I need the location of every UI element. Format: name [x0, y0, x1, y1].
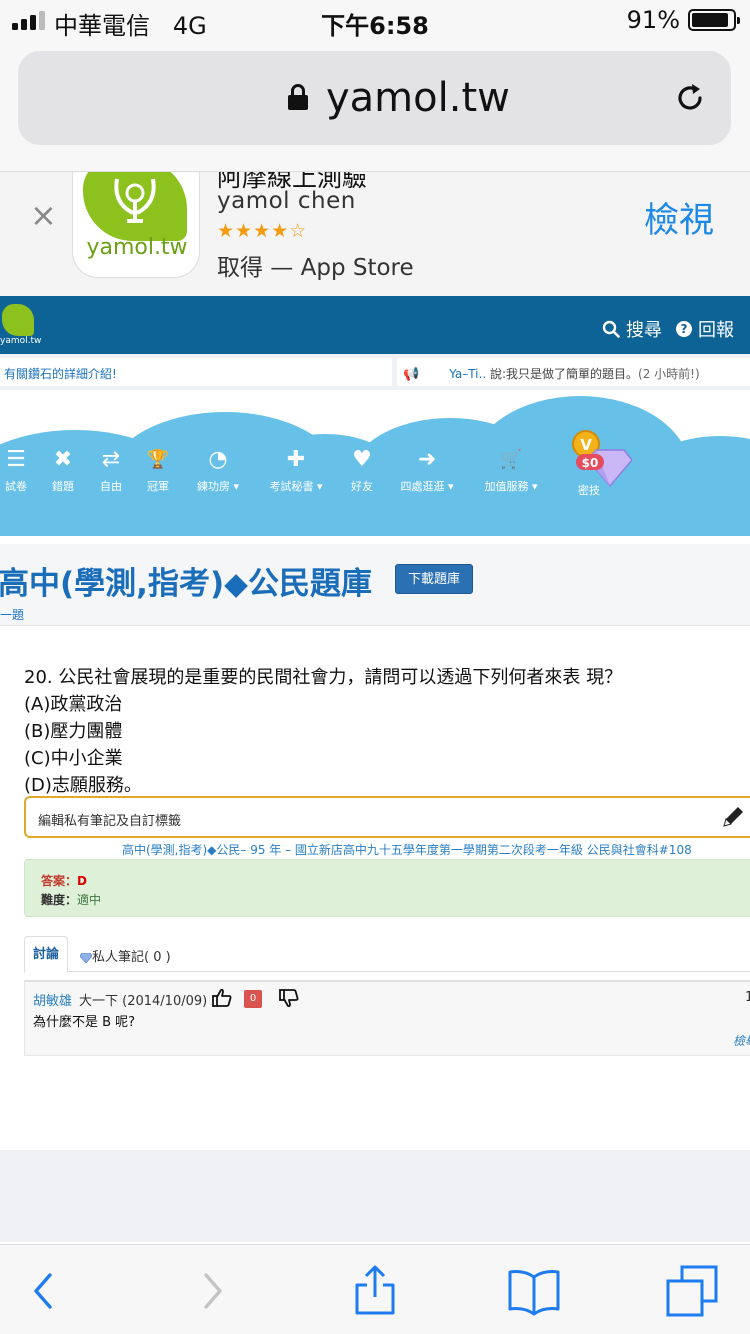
nav-secretary[interactable]: ✚ 考試秘書 ▾: [266, 448, 326, 494]
site-logo[interactable]: yamol.tw: [0, 304, 42, 348]
laurel-icon: [114, 178, 156, 223]
option-b: (B)壓力團體: [24, 721, 123, 742]
diamond-icon: [80, 952, 92, 963]
announcement-ticker: 有關鑽石的詳細介紹! 📢 Ya–Ti.. 說:我只是做了簡單的題目。(2 小時前!…: [0, 354, 750, 390]
browser-toolbar: [0, 1244, 750, 1334]
comment-body: 為什麼不是 B 呢?: [33, 1015, 136, 1030]
medkit-icon: ✚: [286, 447, 306, 472]
question-text: 20. 公民社會展現的是重要的民間社會力，請問可以透過下列何者來表 現？: [24, 667, 623, 688]
nav-secret-label: 密技: [578, 484, 600, 497]
vote-count-badge: 0: [244, 990, 262, 1008]
app-developer: yamol chen: [217, 188, 356, 214]
private-notes-label: 編輯私有筆記及自訂標籤: [38, 814, 182, 829]
discussion-tabs: 討論 私人筆記( 0 ): [24, 936, 750, 973]
search-label: 搜尋: [626, 320, 662, 341]
megaphone-icon: 📢: [403, 367, 420, 382]
sign-out-icon: ➜: [417, 447, 437, 472]
lock-icon: [288, 84, 308, 110]
option-a: (A)政黨政治: [24, 694, 123, 715]
app-store-text: 取得 — App Store: [217, 255, 414, 281]
browser-address-area: yamol.tw: [0, 40, 750, 172]
share-icon[interactable]: [347, 1263, 403, 1319]
option-c: (C)中小企業: [24, 748, 123, 769]
tab-private-notes[interactable]: 私人筆記( 0 ): [80, 946, 171, 965]
question-block: 20. 公民社會展現的是重要的民間社會力，請問可以透過下列何者來表 現？ (A)…: [24, 664, 744, 799]
difficulty-key: 難度：: [41, 893, 78, 907]
forward-icon[interactable]: [184, 1263, 240, 1319]
answer-panel: 答案：D 難度：適中: [24, 859, 750, 917]
answer-key: 答案：: [41, 874, 78, 888]
site-header: yamol.tw 搜尋 ? 回報: [0, 296, 750, 354]
ticker-time: (2 小時前!): [638, 367, 700, 381]
nav-label: 冠軍: [147, 480, 169, 493]
difficulty-row: 難度：適中: [41, 891, 101, 908]
url-text[interactable]: yamol.tw: [326, 75, 510, 121]
page-title: 高中(學測,指考)◆公民題庫: [0, 566, 372, 602]
nav-training[interactable]: ◔ 練功房 ▾: [188, 448, 248, 494]
ticker-user[interactable]: Ya–Ti..: [449, 367, 486, 381]
back-icon[interactable]: [16, 1263, 72, 1319]
question-bank-header: 高中(學測,指考)◆公民題庫 下載題庫 一題: [0, 544, 750, 626]
app-icon-text: yamol.tw: [86, 235, 188, 260]
search-link[interactable]: 搜尋: [602, 316, 662, 342]
smart-app-banner: × yamol.tw 阿摩線上測驗 yamol chen ★★★★☆ 取得 — …: [0, 172, 750, 296]
comment-author[interactable]: 胡敏雄: [33, 990, 72, 1009]
ticker-message: 說:我只是做了簡單的題目。: [486, 367, 639, 381]
nav-services[interactable]: 🛒 加值服務 ▾: [481, 448, 541, 494]
pencil-icon[interactable]: [720, 804, 746, 830]
app-icon: yamol.tw: [72, 172, 200, 278]
battery-icon: [688, 9, 740, 31]
heart-icon: ♥: [352, 447, 372, 472]
download-bank-button[interactable]: 下載題庫: [395, 564, 473, 594]
report-link[interactable]: ? 回報: [676, 316, 734, 342]
status-bar: 中華電信 4G 下午6:58 91%: [0, 0, 750, 40]
report-label: 回報: [698, 320, 734, 341]
option-d: (D)志願服務。: [24, 775, 142, 796]
view-app-button[interactable]: 檢視: [644, 192, 714, 243]
private-notes-editor[interactable]: 編輯私有筆記及自訂標籤: [24, 796, 750, 838]
app-rating: ★★★★☆: [217, 220, 308, 242]
thumbs-down-icon[interactable]: [279, 988, 299, 1008]
dashboard-icon: ◔: [208, 447, 228, 472]
nav-label: 考試秘書 ▾: [269, 480, 323, 493]
diamond-info-link[interactable]: 有關鑽石的詳細介紹!: [0, 358, 392, 386]
comment-floor: 1: [745, 990, 750, 1005]
battery-percent: 91%: [626, 6, 680, 34]
tab-private-notes-label: 私人筆記( 0 ): [92, 950, 171, 965]
answer-value: D: [77, 874, 87, 888]
nav-explore[interactable]: ➜ 四處逛逛 ▾: [397, 448, 457, 494]
bookmarks-icon[interactable]: [506, 1263, 562, 1319]
question-source-link[interactable]: 高中(學測,指考)◆公民– 95 年 – 國立新店高中九十五學年度第一學期第二次…: [122, 841, 692, 858]
main-nav: ☰ 試卷 ✖ 錯題 ⇄ 自由 🏆 冠軍 ◔ 練功房 ▾ ✚ 考試秘書 ▾ ♥ 好…: [0, 390, 750, 536]
difficulty-value: 適中: [77, 893, 102, 907]
comment-report-link[interactable]: 檢舉: [733, 1032, 750, 1049]
address-bar[interactable]: yamol.tw: [18, 51, 731, 145]
question-circle-icon: ?: [676, 321, 692, 337]
prev-question-link[interactable]: 一題: [0, 606, 24, 623]
nav-friends[interactable]: ♥ 好友: [332, 448, 392, 494]
trophy-icon: 🏆: [146, 449, 170, 470]
coin-letter: V: [580, 436, 592, 454]
search-icon: [602, 320, 620, 338]
comment-item: 胡敏雄 大一下 (2014/10/09) 0 1 為什麼不是 B 呢? 檢舉: [24, 980, 750, 1056]
tabs-icon[interactable]: [664, 1263, 720, 1319]
page-footer: [0, 1150, 750, 1242]
nav-label: 練功房 ▾: [196, 480, 240, 493]
tab-discussion[interactable]: 討論: [24, 936, 68, 973]
nav-secret-tips[interactable]: V $0 密技: [566, 430, 633, 497]
nav-label: 好友: [351, 480, 373, 493]
chat-ticker: 📢 Ya–Ti.. 說:我只是做了簡單的題目。(2 小時前!): [397, 358, 750, 386]
banner-close-button[interactable]: ×: [30, 196, 57, 234]
comment-meta: 大一下 (2014/10/09): [79, 994, 208, 1009]
cart-icon: 🛒: [499, 449, 523, 470]
answer-row: 答案：D: [41, 872, 87, 889]
thumbs-up-icon[interactable]: [212, 988, 232, 1008]
nav-champion[interactable]: 🏆 冠軍: [128, 448, 188, 494]
reload-icon[interactable]: [673, 81, 707, 115]
nav-label: 加值服務 ▾: [484, 480, 538, 493]
site-logo-text: yamol.tw: [0, 336, 42, 346]
secret-badge: $0: [582, 456, 599, 470]
nav-label: 四處逛逛 ▾: [400, 480, 454, 493]
